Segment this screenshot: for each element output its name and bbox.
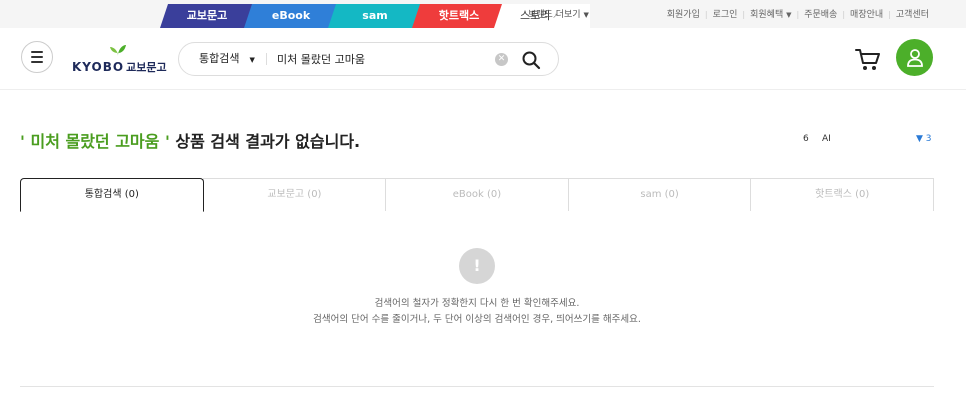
caret-down-icon: ▼ (249, 56, 255, 64)
empty-message-line-2: 검색어의 단어 수를 줄이거나, 두 단어 이상의 검색어인 경우, 띄어쓰기를… (313, 314, 641, 325)
caret-down-icon: ▼ (786, 11, 792, 19)
ai-label[interactable]: AI (822, 134, 831, 144)
search-scope-dropdown[interactable]: 통합검색 ▼ (199, 43, 255, 75)
logo-wordmark-en: KYOBO (72, 60, 125, 74)
page-title: ' 미처 몰랐던 고마움 ' 상품 검색 결과가 없습니다. (20, 128, 360, 152)
header: KYOBO교보문고 통합검색 ▼ ✕ (0, 28, 966, 90)
util-link-signup[interactable]: 회원가입 (662, 0, 705, 28)
person-glyph-icon (906, 48, 923, 67)
tab-hottracks[interactable]: 핫트랙스 (0) (750, 178, 934, 211)
empty-message-line-1: 검색어의 철자가 정확한지 다시 한 번 확인해주세요. (374, 298, 580, 309)
brand-more-label: 브랜드 더보기 (528, 10, 581, 20)
utility-links: 회원가입 | 로그인 | 회원혜택 ▼ | 주문배송 | 매장안내 | 고객센터 (662, 0, 934, 28)
brand-tab-hottracks[interactable]: 핫트랙스 (412, 4, 506, 28)
top-bar: 교보문고 eBook sam 핫트랙스 스토리 ↗ 브랜드 더보기 ▼ 회원가입 | … (0, 0, 966, 28)
search-scope-label: 통합검색 (199, 52, 240, 65)
brand-tabs: 교보문고 eBook sam 핫트랙스 스토리 ↗ (160, 4, 590, 28)
search-box: 통합검색 ▼ ✕ (178, 42, 559, 76)
util-link-stores[interactable]: 매장안내 (845, 0, 888, 28)
brand-tab-kyobo[interactable]: 교보문고 (160, 4, 254, 28)
empty-state: ! 검색어의 철자가 정확한지 다시 한 번 확인해주세요. 검색어의 단어 수… (20, 248, 934, 328)
result-tabs: 통합검색 (0) 교보문고 (0) eBook (0) sam (0) 핫트랙스… (20, 178, 934, 212)
util-link-login[interactable]: 로그인 (708, 0, 743, 28)
hamburger-menu-icon[interactable] (21, 41, 53, 73)
kyobo-logo[interactable]: KYOBO 교보문고 (72, 44, 167, 76)
result-count: 6 (803, 134, 809, 144)
brand-tab-sam[interactable]: sam (328, 4, 422, 28)
search-input[interactable] (277, 49, 477, 69)
empty-message: 검색어의 철자가 정확한지 다시 한 번 확인해주세요. 검색어의 단어 수를 … (20, 296, 934, 328)
quote-open: ' (20, 132, 31, 151)
clear-icon[interactable]: ✕ (495, 53, 508, 66)
util-link-support[interactable]: 고객센터 (891, 0, 934, 28)
brand-tab-ebook[interactable]: eBook (244, 4, 338, 28)
tab-all[interactable]: 통합검색 (0) (20, 178, 204, 212)
divider (20, 386, 934, 387)
tab-sam[interactable]: sam (0) (567, 178, 752, 211)
logo-wordmark-ko: 교보문고 (126, 61, 167, 74)
brand-more-dropdown[interactable]: 브랜드 더보기 ▼ (528, 0, 589, 28)
exclamation-icon: ! (459, 248, 495, 284)
no-result-message: 상품 검색 결과가 없습니다. (169, 132, 361, 151)
util-link-benefits[interactable]: 회원혜택 ▼ (745, 0, 796, 28)
util-link-benefits-label: 회원혜택 (750, 10, 784, 20)
search-keyword: 미처 몰랐던 고마움 (30, 132, 160, 151)
caret-down-icon: ▼ (583, 11, 589, 19)
util-link-orders[interactable]: 주문배송 (799, 0, 842, 28)
tab-ebook[interactable]: eBook (0) (385, 178, 569, 211)
leaf-icon (110, 45, 126, 56)
tab-kyobo[interactable]: 교보문고 (0) (202, 178, 387, 211)
search-divider (266, 53, 267, 65)
page-indicator[interactable]: ▼ 3 (916, 134, 932, 144)
search-icon[interactable] (521, 50, 541, 70)
cart-icon[interactable] (855, 48, 881, 72)
quote-close: ' (159, 132, 170, 151)
result-header: ' 미처 몰랐던 고마움 ' 상품 검색 결과가 없습니다. 6 AI ▼ 3 (20, 128, 934, 152)
logo-wordmark: KYOBO 교보문고 (72, 59, 167, 75)
user-icon[interactable] (896, 39, 933, 76)
